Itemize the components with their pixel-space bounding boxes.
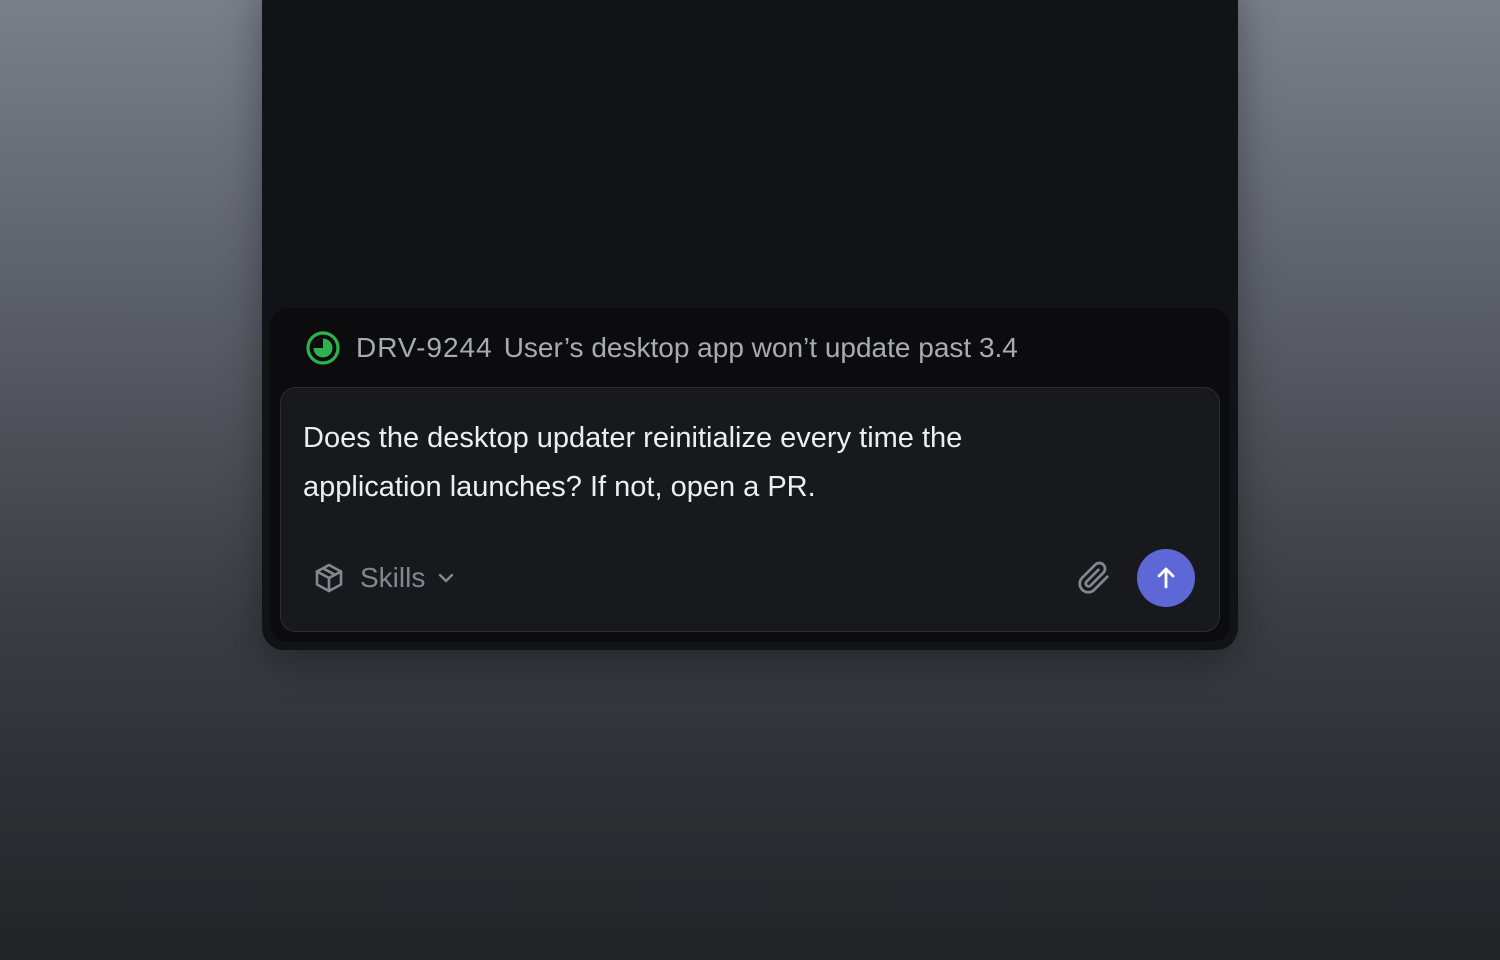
cube-icon <box>315 563 343 593</box>
in-progress-icon <box>306 331 340 365</box>
send-button[interactable] <box>1137 549 1195 607</box>
skills-dropdown-button[interactable]: Skills <box>312 556 457 600</box>
arrow-up-icon <box>1157 567 1175 589</box>
issue-id: DRV-9244 <box>356 332 493 363</box>
skills-label: Skills <box>360 562 426 593</box>
issue-header[interactable]: DRV-9244 User’s desktop app won’t update… <box>305 330 1018 366</box>
message-input[interactable]: Does the desktop updater reinitialize ev… <box>303 414 1063 512</box>
issue-title: User’s desktop app won’t update past 3.4 <box>503 332 1018 363</box>
chevron-down-icon <box>439 573 454 583</box>
paperclip-icon <box>1078 561 1109 594</box>
attach-button[interactable] <box>1074 558 1114 598</box>
